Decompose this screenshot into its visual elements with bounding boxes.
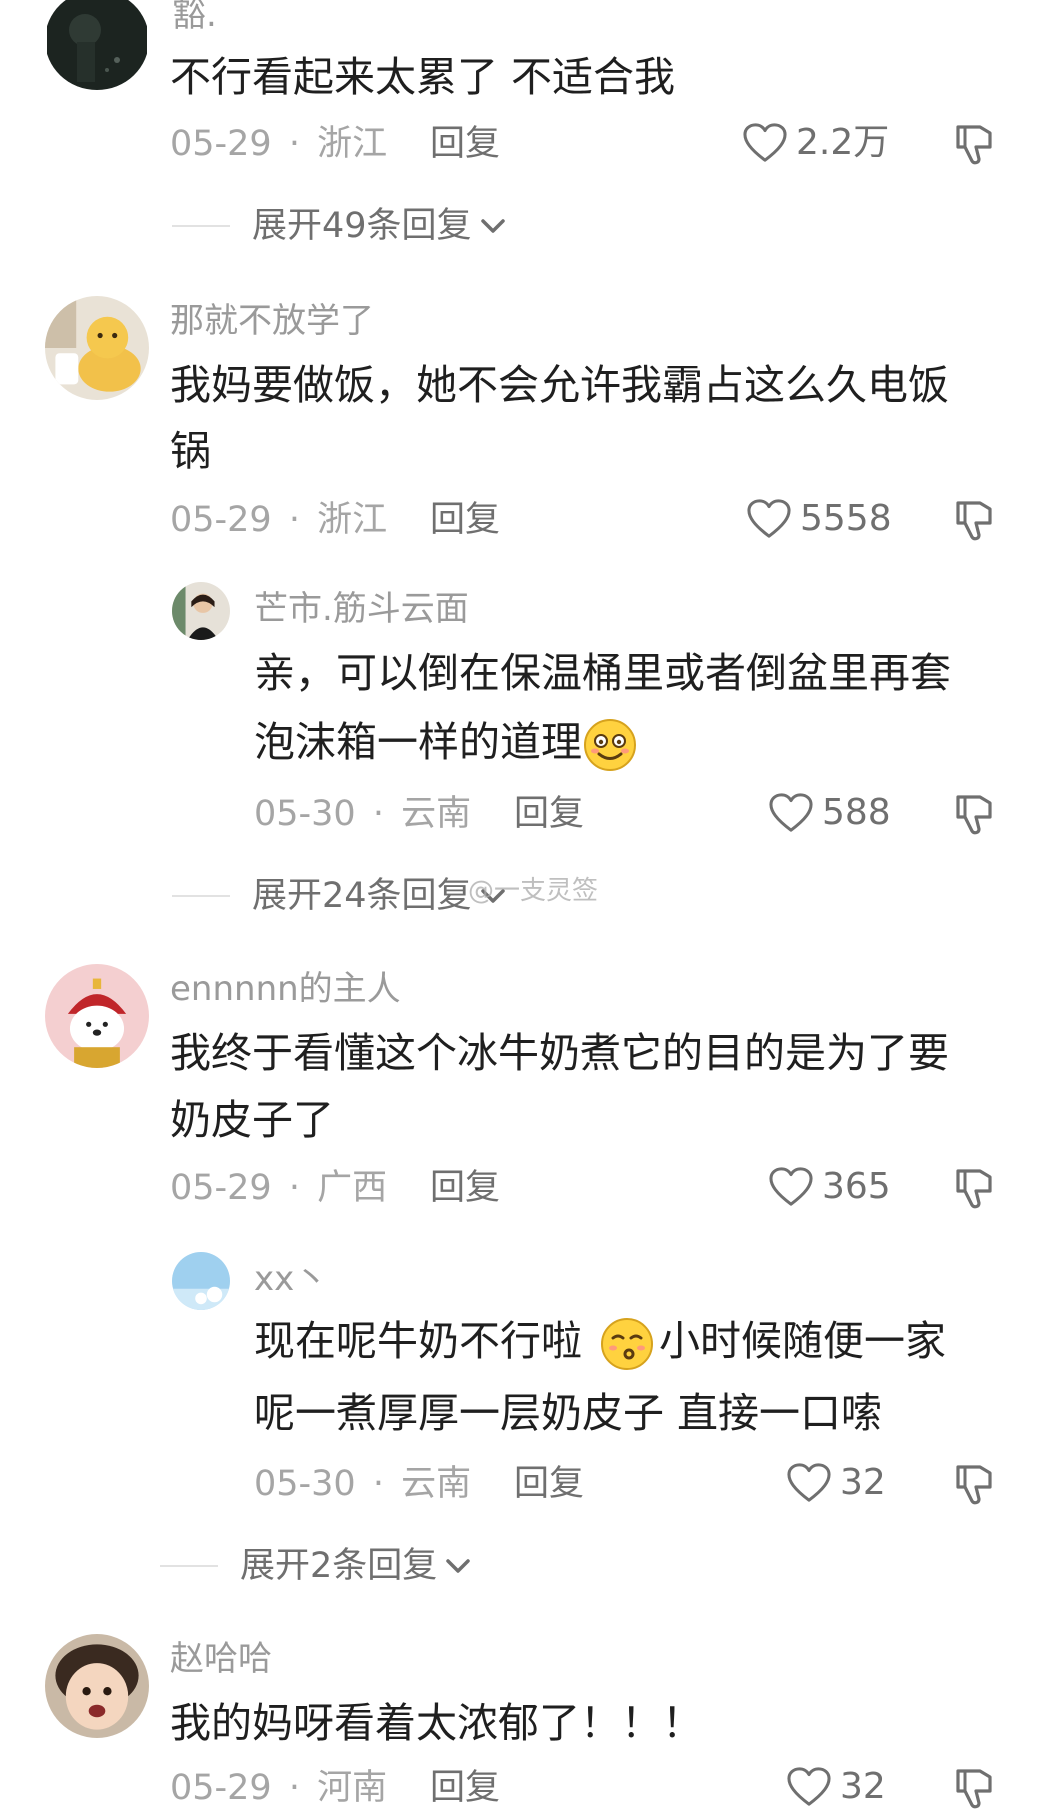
comment-meta: 05-29 · 浙江 [170, 122, 387, 166]
chevron-down-icon [446, 1559, 471, 1573]
expand-replies-button[interactable]: 展开49条回复 [172, 204, 508, 248]
reply-meta: 05-30 · 云南 [254, 792, 471, 836]
reply-button[interactable]: 回复 [430, 1766, 500, 1810]
reply-text-line: 现在呢牛奶不行啦 小时候随便一家 [254, 1308, 946, 1374]
thumbs-down-icon[interactable] [950, 121, 996, 167]
smiling-face-emoji [584, 719, 636, 771]
comment-date: 05-29 [170, 1768, 272, 1808]
reply-location: 云南 [401, 1464, 472, 1504]
reply-username[interactable]: 芒市.筋斗云面 [254, 588, 469, 630]
reply-text-segment: 小时候随便一家 [659, 1317, 947, 1365]
comment-text: 不行看起来太累了 不适合我 [170, 53, 676, 101]
meta-separator: · [372, 794, 384, 834]
avatar[interactable] [45, 0, 149, 90]
heart-outline-icon [787, 1463, 831, 1502]
comment-text-line: 锅 [170, 427, 211, 475]
like-button[interactable]: 32 [786, 1765, 886, 1809]
avatar[interactable] [45, 964, 149, 1068]
comment-username[interactable]: ennnnn的主人 [170, 968, 401, 1010]
avatar[interactable] [172, 582, 230, 640]
thumbs-down-icon[interactable] [950, 497, 996, 543]
comment-username[interactable]: 豁. [172, 0, 217, 36]
comment-text-line: 我妈要做饭，她不会允许我霸占这么久电饭 [170, 361, 949, 409]
meta-separator: · [372, 1464, 384, 1504]
comment-meta: 05-29 · 广西 [170, 1166, 387, 1210]
comment-location: 河南 [317, 1768, 388, 1808]
reply-text-segment: 现在呢牛奶不行啦 [254, 1317, 582, 1365]
like-count: 5558 [800, 498, 892, 539]
comment-location: 浙江 [317, 124, 388, 164]
comment-date: 05-29 [170, 1168, 272, 1208]
like-button[interactable]: 588 [768, 791, 891, 835]
expand-replies-label: 展开49条回复 [252, 206, 472, 246]
avatar[interactable] [172, 1252, 230, 1310]
meta-separator: · [288, 124, 300, 164]
comment-text: 我的妈呀看着太浓郁了！！！ [170, 1699, 703, 1747]
heart-outline-icon [747, 499, 791, 538]
like-button[interactable]: 365 [768, 1165, 891, 1209]
avatar[interactable] [45, 1634, 149, 1738]
reply-button[interactable]: 回复 [514, 1462, 584, 1506]
like-button[interactable]: 5558 [746, 497, 892, 541]
thumbs-down-icon[interactable] [950, 1765, 996, 1811]
thumbs-down-icon[interactable] [950, 1165, 996, 1211]
like-button[interactable]: 2.2万 [742, 121, 889, 165]
reply-date: 05-30 [254, 794, 356, 834]
like-count: 365 [822, 1166, 891, 1207]
comment-location: 浙江 [317, 500, 388, 540]
comment-username[interactable]: 赵哈哈 [170, 1638, 272, 1680]
meta-separator: · [288, 500, 300, 540]
meta-separator: · [288, 1168, 300, 1208]
divider-line [172, 895, 230, 897]
chevron-down-icon [480, 219, 505, 233]
divider-line [160, 1565, 218, 1567]
reply-text-line: 呢一煮厚厚一层奶皮子 直接一口嗦 [254, 1389, 883, 1437]
like-button[interactable]: 32 [786, 1461, 886, 1505]
expand-replies-label: 展开2条回复 [240, 1546, 438, 1586]
thumbs-down-icon[interactable] [950, 1461, 996, 1507]
comment-text-line: 我终于看懂这个冰牛奶煮它的目的是为了要 [170, 1029, 949, 1077]
comment-date: 05-29 [170, 124, 272, 164]
reply-username[interactable]: xx丶 [254, 1258, 328, 1300]
comment-location: 广西 [317, 1168, 388, 1208]
reply-text-line: 亲，可以倒在保温桶里或者倒盆里再套 [254, 649, 951, 697]
watermark: @一支灵签 [468, 876, 599, 906]
thumbs-down-icon[interactable] [950, 791, 996, 837]
heart-outline-icon [769, 793, 813, 832]
reply-text-segment: 泡沫箱一样的道理 [254, 718, 582, 766]
like-count: 2.2万 [796, 122, 890, 163]
heart-outline-icon [769, 1167, 813, 1206]
reply-location: 云南 [401, 794, 472, 834]
whistling-face-emoji [601, 1318, 654, 1370]
reply-text-line: 泡沫箱一样的道理 [254, 709, 638, 775]
comment-username[interactable]: 那就不放学了 [170, 300, 374, 342]
like-count: 588 [822, 792, 891, 833]
comment-text-line: 奶皮子了 [170, 1096, 334, 1144]
divider-line [172, 225, 230, 227]
meta-separator: · [288, 1768, 300, 1808]
reply-button[interactable]: 回复 [514, 792, 584, 836]
expand-replies-button[interactable]: 展开24条回复 [172, 874, 508, 918]
heart-outline-icon [787, 1767, 831, 1806]
expand-replies-button[interactable]: 展开2条回复 [160, 1544, 473, 1588]
reply-date: 05-30 [254, 1464, 356, 1504]
comment-meta: 05-29 · 浙江 [170, 498, 387, 542]
reply-button[interactable]: 回复 [430, 1166, 500, 1210]
like-count: 32 [840, 1766, 886, 1807]
comment-meta: 05-29 · 河南 [170, 1766, 387, 1810]
reply-button[interactable]: 回复 [430, 122, 500, 166]
reply-button[interactable]: 回复 [430, 498, 500, 542]
reply-meta: 05-30 · 云南 [254, 1462, 471, 1506]
expand-replies-label: 展开24条回复 [252, 876, 472, 916]
like-count: 32 [840, 1462, 886, 1503]
avatar[interactable] [45, 296, 149, 400]
comment-date: 05-29 [170, 500, 272, 540]
heart-outline-icon [743, 123, 787, 162]
